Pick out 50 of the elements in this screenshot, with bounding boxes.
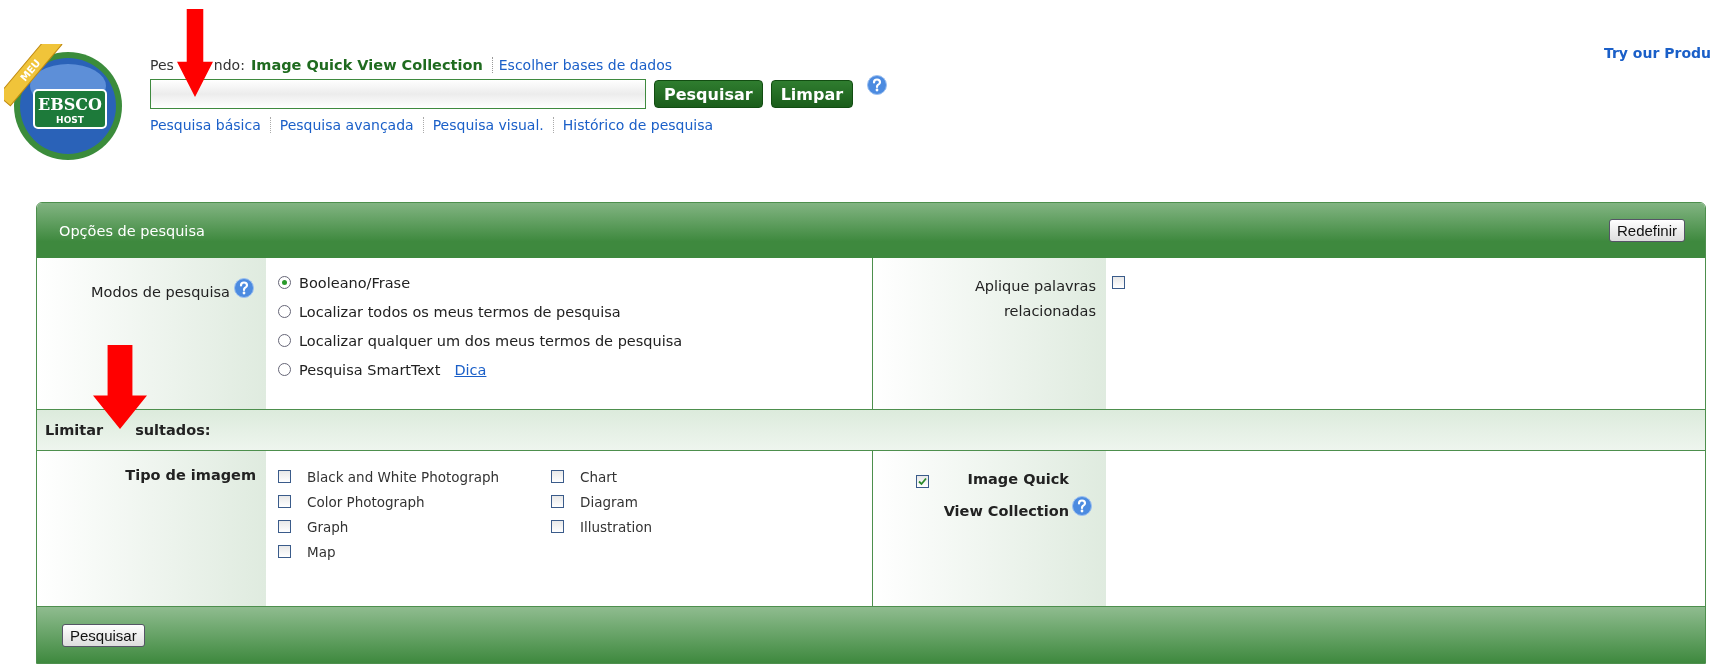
- search-button[interactable]: Pesquisar: [654, 80, 763, 108]
- help-icon[interactable]: [234, 278, 254, 298]
- checkbox[interactable]: [278, 495, 291, 508]
- field-label: Tipo de imagem: [125, 466, 256, 485]
- reset-button[interactable]: Redefinir: [1608, 219, 1685, 242]
- option-label: Graph: [307, 518, 349, 535]
- radio-button[interactable]: [278, 363, 291, 376]
- checkbox[interactable]: [551, 470, 564, 483]
- option-label: Black and White Photograph: [307, 468, 500, 485]
- search-mode-link[interactable]: Histórico de pesquisa: [552, 117, 723, 133]
- option-label: Diagram: [580, 493, 638, 510]
- searching-label: ndo:: [213, 57, 245, 73]
- panel-title: Opções de pesquisa: [59, 222, 205, 239]
- section-title: Limitar: [45, 422, 104, 438]
- section-title: sultados:: [135, 422, 211, 438]
- option-label: Pesquisa SmartText: [299, 361, 441, 378]
- checkbox[interactable]: [551, 495, 564, 508]
- collection-label: Image Quick View Collection: [942, 470, 1069, 521]
- checkbox[interactable]: [278, 520, 291, 533]
- field-label: Aplique palavras relacionadas: [973, 277, 1096, 321]
- search-field[interactable]: [150, 79, 646, 109]
- field-label: Modos de pesquisa: [91, 283, 230, 302]
- choose-databases-link[interactable]: Escolher bases de dados: [498, 57, 672, 73]
- tip-link[interactable]: Dica: [454, 361, 487, 378]
- radio-button[interactable]: [278, 305, 291, 318]
- arrow-icon: [177, 9, 213, 97]
- option-label: Color Photograph: [307, 493, 425, 510]
- clear-button[interactable]: Limpar: [770, 80, 854, 108]
- searching-label: Pes: [150, 57, 174, 73]
- search-button[interactable]: Pesquisar: [62, 623, 145, 647]
- radio-button[interactable]: [278, 334, 291, 347]
- option-label: Localizar qualquer um dos meus termos de pesquisa: [299, 332, 683, 349]
- search-mode-link[interactable]: Pesquisa visual.: [422, 117, 553, 133]
- help-icon[interactable]: [867, 75, 888, 95]
- promo-link[interactable]: Try our Produ: [1603, 45, 1711, 63]
- radio-button[interactable]: [278, 276, 291, 289]
- checkbox[interactable]: [278, 545, 291, 558]
- checkbox[interactable]: [551, 520, 564, 533]
- option-label: Map: [307, 543, 336, 560]
- search-mode-link[interactable]: Pesquisa básica: [150, 117, 270, 133]
- search-mode-link[interactable]: Pesquisa avançada: [269, 117, 423, 133]
- option-label: Localizar todos os meus termos de pesquisa: [299, 303, 621, 320]
- checkbox[interactable]: [916, 475, 929, 488]
- option-label: Chart: [580, 468, 618, 485]
- database-name: Image Quick View Collection: [250, 57, 493, 73]
- option-label: Illustration: [580, 518, 653, 535]
- checkbox[interactable]: [278, 470, 291, 483]
- help-icon[interactable]: [1072, 496, 1092, 516]
- option-label: Booleano/Frase: [299, 274, 411, 291]
- checkbox[interactable]: [1112, 276, 1125, 289]
